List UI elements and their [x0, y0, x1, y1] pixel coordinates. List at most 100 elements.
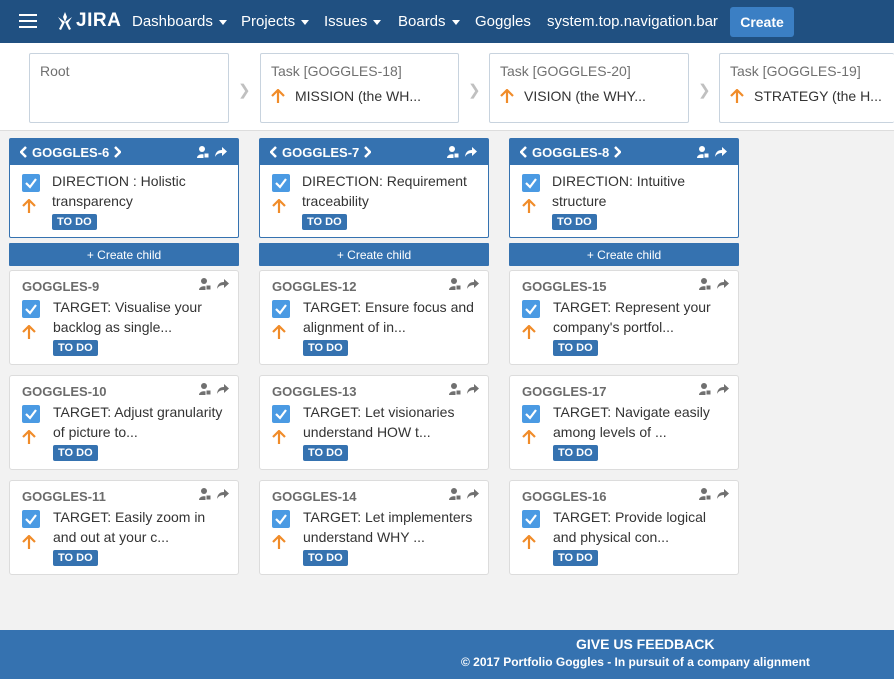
issue-summary[interactable]: TARGET: Ensure focus and alignment of in…	[303, 297, 478, 337]
child-card[interactable]: GOGGLES-11 TARGET: Easily zoom in and ou…	[9, 480, 239, 575]
nav-goggles[interactable]: Goggles	[475, 13, 531, 30]
share-arrow-icon[interactable]	[464, 145, 478, 159]
child-card[interactable]: GOGGLES-9 TARGET: Visualise your backlog…	[9, 270, 239, 365]
footer-brand-link[interactable]: Portfolio Goggles	[503, 655, 604, 669]
card-body: DIRECTION: Intuitive structure TO DO	[510, 165, 738, 230]
priority-up-arrow-icon	[272, 430, 286, 444]
chevron-right-icon[interactable]	[113, 146, 122, 158]
lock-user-icon[interactable]	[196, 145, 210, 159]
child-card[interactable]: GOGGLES-12 TARGET: Ensure focus and alig…	[259, 270, 489, 365]
child-card[interactable]: GOGGLES-13 TARGET: Let visionaries under…	[259, 375, 489, 470]
issue-summary[interactable]: TARGET: Represent your company's portfol…	[553, 297, 728, 337]
issue-summary[interactable]: TARGET: Navigate easily among levels of …	[553, 402, 728, 442]
create-child-button[interactable]: + Create child	[259, 243, 489, 266]
child-card[interactable]: GOGGLES-10 TARGET: Adjust granularity of…	[9, 375, 239, 470]
feedback-link[interactable]: GIVE US FEEDBACK	[576, 636, 714, 652]
breadcrumb-root[interactable]: Root	[29, 53, 229, 123]
chevron-left-icon[interactable]	[270, 146, 278, 158]
share-arrow-icon[interactable]	[466, 487, 480, 501]
issue-key[interactable]: GOGGLES-9	[22, 279, 99, 294]
menu-icon[interactable]	[19, 14, 37, 28]
card-body: DIRECTION : Holistic transparency TO DO	[10, 165, 238, 230]
lock-user-icon[interactable]	[448, 487, 462, 501]
parent-card[interactable]: GOGGLES-7 DIRECTION: Requirement traceab…	[259, 138, 489, 238]
share-arrow-icon[interactable]	[216, 382, 230, 396]
status-badge: TO DO	[303, 340, 348, 356]
issue-summary[interactable]: TARGET: Easily zoom in and out at your c…	[53, 507, 228, 547]
issue-key[interactable]: GOGGLES-12	[272, 279, 357, 294]
issue-key[interactable]: GOGGLES-17	[522, 384, 607, 399]
issue-key[interactable]: GOGGLES-7	[282, 145, 359, 160]
issue-key[interactable]: GOGGLES-10	[22, 384, 107, 399]
share-arrow-icon[interactable]	[214, 145, 228, 159]
issue-summary[interactable]: DIRECTION : Holistic transparency	[52, 171, 228, 211]
lock-user-icon[interactable]	[696, 145, 710, 159]
priority-up-arrow-icon	[272, 325, 286, 339]
breadcrumb-goggles-18[interactable]: Task [GOGGLES-18] MISSION (the WH...	[260, 53, 459, 123]
lock-user-icon[interactable]	[698, 277, 712, 291]
priority-up-arrow-icon	[22, 199, 36, 213]
chevron-right-icon[interactable]	[613, 146, 622, 158]
nav-projects[interactable]: Projects	[241, 13, 310, 30]
parent-card[interactable]: GOGGLES-6 DIRECTION : Holistic transpare…	[9, 138, 239, 238]
jira-logo[interactable]: JIRA	[56, 10, 121, 32]
issue-key[interactable]: GOGGLES-14	[272, 489, 357, 504]
child-card[interactable]: GOGGLES-15 TARGET: Represent your compan…	[509, 270, 739, 365]
breadcrumb-goggles-19[interactable]: Task [GOGGLES-19] STRATEGY (the H...	[719, 53, 894, 123]
issue-summary[interactable]: TARGET: Visualise your backlog as single…	[53, 297, 228, 337]
issue-key[interactable]: GOGGLES-16	[522, 489, 607, 504]
share-arrow-icon[interactable]	[466, 277, 480, 291]
child-card[interactable]: GOGGLES-17 TARGET: Navigate easily among…	[509, 375, 739, 470]
breadcrumb-goggles-20[interactable]: Task [GOGGLES-20] VISION (the WHY...	[489, 53, 689, 123]
child-card-header: GOGGLES-16	[510, 481, 738, 507]
status-badge: TO DO	[303, 445, 348, 461]
share-arrow-icon[interactable]	[216, 487, 230, 501]
chevron-left-icon[interactable]	[20, 146, 28, 158]
priority-up-arrow-icon	[22, 430, 36, 444]
nav-dashboards[interactable]: Dashboards	[132, 13, 227, 30]
issue-summary[interactable]: TARGET: Let implementers understand WHY …	[303, 507, 478, 547]
nav-system-top-navigation-bar[interactable]: system.top.navigation.bar	[547, 13, 718, 30]
issue-summary[interactable]: TARGET: Adjust granularity of picture to…	[53, 402, 228, 442]
lock-user-icon[interactable]	[448, 382, 462, 396]
parent-card[interactable]: GOGGLES-8 DIRECTION: Intuitive structure…	[509, 138, 739, 238]
breadcrumb-title: Task [GOGGLES-20]	[500, 63, 631, 79]
lock-user-icon[interactable]	[198, 382, 212, 396]
share-arrow-icon[interactable]	[716, 487, 730, 501]
logo-text: JIRA	[76, 10, 122, 31]
create-child-button[interactable]: + Create child	[509, 243, 739, 266]
priority-up-arrow-icon	[272, 535, 286, 549]
share-arrow-icon[interactable]	[716, 277, 730, 291]
share-arrow-icon[interactable]	[714, 145, 728, 159]
issue-key[interactable]: GOGGLES-15	[522, 279, 607, 294]
lock-user-icon[interactable]	[448, 277, 462, 291]
lock-user-icon[interactable]	[198, 487, 212, 501]
create-child-button[interactable]: + Create child	[9, 243, 239, 266]
issue-summary[interactable]: DIRECTION: Intuitive structure	[552, 171, 728, 211]
issue-key[interactable]: GOGGLES-8	[532, 145, 609, 160]
nav-label: Boards	[398, 13, 446, 30]
share-arrow-icon[interactable]	[716, 382, 730, 396]
share-arrow-icon[interactable]	[216, 277, 230, 291]
create-button[interactable]: Create	[730, 7, 794, 37]
nav-label: Projects	[241, 13, 296, 30]
chevron-left-icon[interactable]	[520, 146, 528, 158]
lock-user-icon[interactable]	[198, 277, 212, 291]
share-arrow-icon[interactable]	[466, 382, 480, 396]
issue-summary[interactable]: TARGET: Let visionaries understand HOW t…	[303, 402, 478, 442]
issue-summary[interactable]: TARGET: Provide logical and physical con…	[553, 507, 728, 547]
chevron-right-icon[interactable]	[363, 146, 372, 158]
issue-key[interactable]: GOGGLES-6	[32, 145, 109, 160]
issue-summary[interactable]: DIRECTION: Requirement traceability	[302, 171, 478, 211]
lock-user-icon[interactable]	[698, 382, 712, 396]
parent-card-header: GOGGLES-8	[510, 139, 738, 165]
lock-user-icon[interactable]	[698, 487, 712, 501]
priority-up-arrow-icon	[271, 88, 285, 103]
lock-user-icon[interactable]	[446, 145, 460, 159]
issue-key[interactable]: GOGGLES-13	[272, 384, 357, 399]
child-card[interactable]: GOGGLES-16 TARGET: Provide logical and p…	[509, 480, 739, 575]
child-card[interactable]: GOGGLES-14 TARGET: Let implementers unde…	[259, 480, 489, 575]
nav-issues[interactable]: Issues	[324, 13, 382, 30]
nav-boards[interactable]: Boards	[398, 13, 460, 30]
issue-key[interactable]: GOGGLES-11	[22, 489, 106, 504]
